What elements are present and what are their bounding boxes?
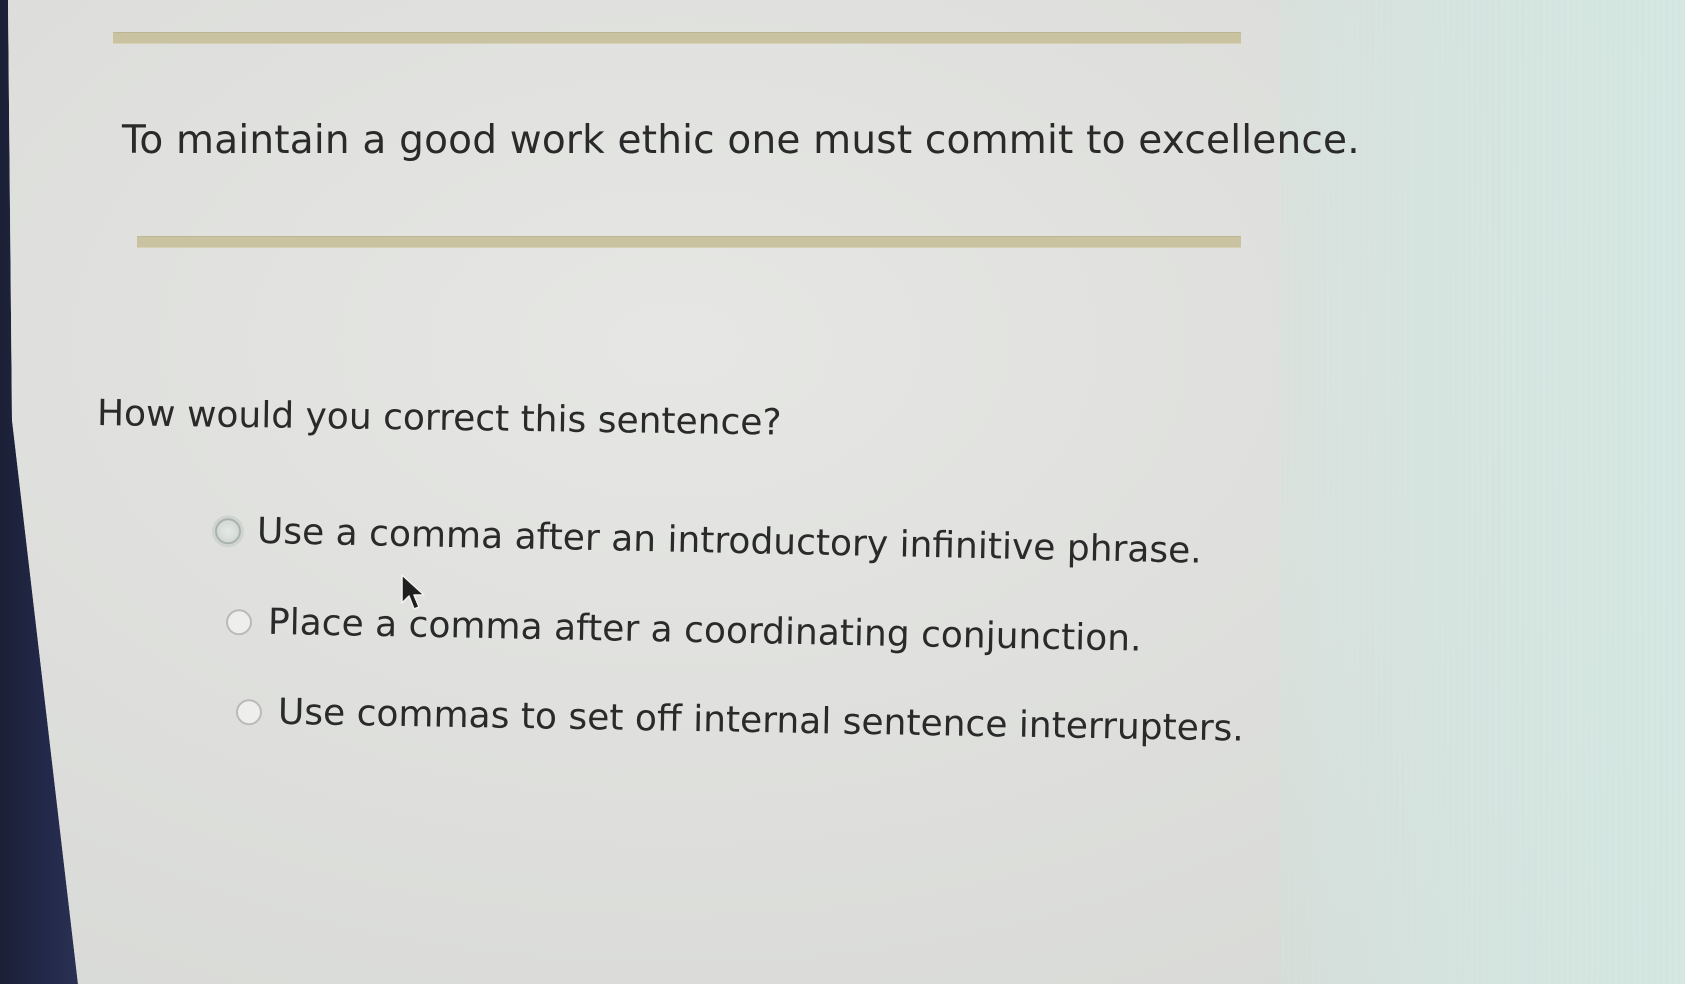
sentence-text: To maintain a good work ethic one must c…: [122, 118, 1360, 163]
radio-button-icon[interactable]: [225, 608, 253, 635]
sentence-bottom-divider: [137, 236, 1241, 248]
arrow-cursor-icon: [401, 574, 425, 610]
radio-button-icon[interactable]: [235, 698, 263, 725]
sentence-top-divider: [113, 32, 1241, 44]
radio-button-icon[interactable]: [214, 517, 242, 545]
